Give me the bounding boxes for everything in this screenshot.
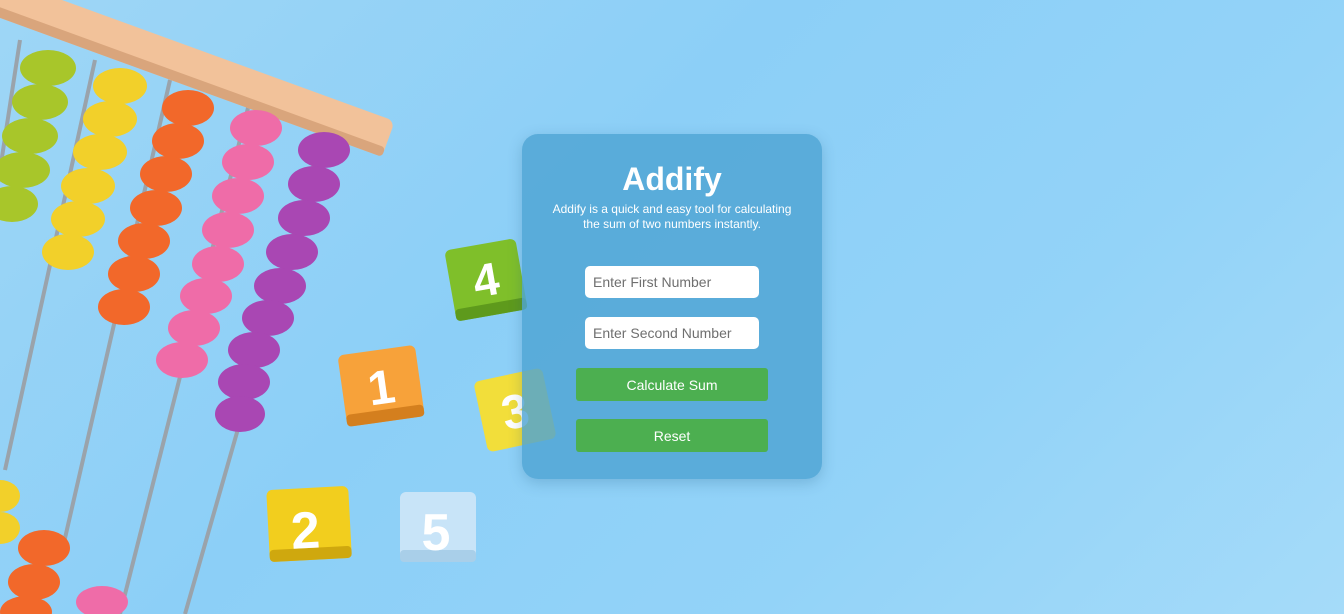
block-1: 1	[338, 345, 425, 427]
first-number-input[interactable]	[585, 266, 759, 298]
app-description: Addify is a quick and easy tool for calc…	[552, 202, 792, 231]
calculate-sum-button[interactable]: Calculate Sum	[576, 368, 768, 401]
second-number-input[interactable]	[585, 317, 759, 349]
block-2: 2	[266, 486, 352, 562]
svg-text:5: 5	[422, 504, 451, 562]
calculator-card: Addify Addify is a quick and easy tool f…	[522, 134, 822, 479]
block-4: 4	[445, 239, 528, 321]
app-title: Addify	[622, 161, 722, 197]
svg-text:2: 2	[289, 501, 321, 560]
reset-button[interactable]: Reset	[576, 419, 768, 452]
block-5: 5	[400, 492, 476, 562]
